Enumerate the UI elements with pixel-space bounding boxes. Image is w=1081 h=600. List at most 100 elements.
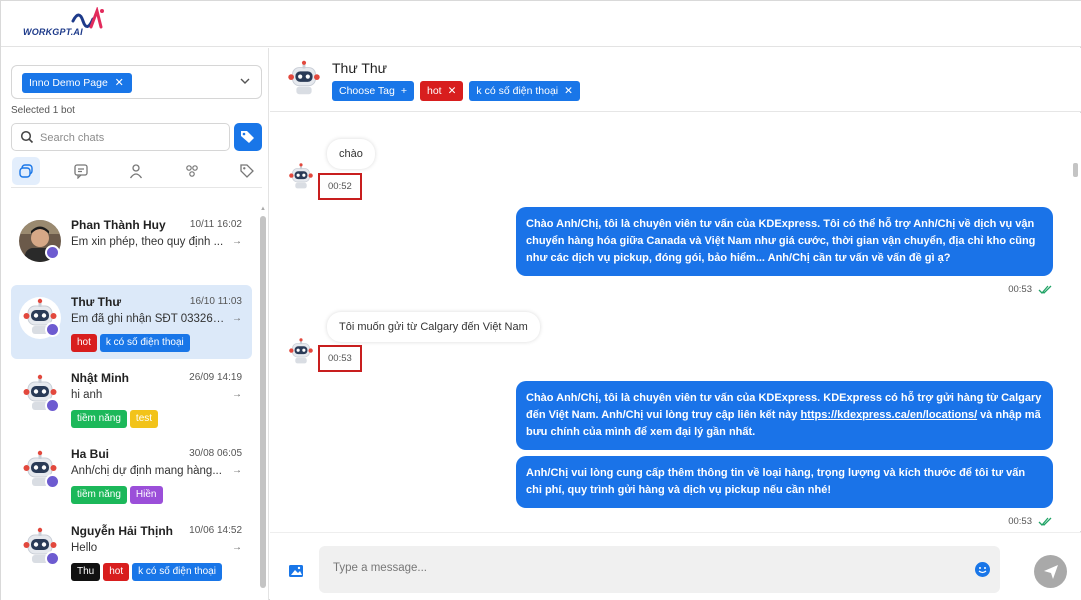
- chat-header: Thư Thư Choose Tag + hot ✕ k có số điện th…: [270, 48, 1081, 112]
- messenger-icon: [45, 322, 60, 337]
- message-input[interactable]: [333, 558, 933, 578]
- search-box: [11, 123, 230, 151]
- user-icon: [129, 164, 143, 179]
- conversation-name: Phan Thành Huy: [71, 218, 166, 232]
- search-input[interactable]: [40, 128, 220, 148]
- tag-badge: test: [129, 410, 159, 428]
- send-button[interactable]: [1034, 555, 1067, 588]
- remove-tag-icon[interactable]: ✕: [448, 85, 457, 97]
- tag-label: k có số điện thoại: [476, 85, 559, 97]
- conversation-name: Nhật Minh: [71, 371, 129, 385]
- message-time: 00:53: [1008, 516, 1032, 527]
- tag-badge: k có số điện thoại: [132, 563, 222, 581]
- tag-badge: k có số điện thoại: [99, 334, 190, 352]
- page-chip-remove-icon[interactable]: ✕: [115, 73, 124, 93]
- message-composer: [270, 532, 1081, 600]
- filter-tabs: [11, 156, 262, 188]
- scroll-up-icon[interactable]: ▲: [260, 206, 266, 212]
- conversation-preview: Em đã ghi nhận SĐT 033267...: [71, 313, 227, 325]
- conversation-time: 10/06 14:52: [189, 525, 242, 536]
- tag-badge: Hiền: [129, 486, 163, 504]
- reply-arrow-icon: →: [232, 389, 242, 400]
- outgoing-message: Chào Anh/Chị, tôi là chuyên viên tư vấn …: [516, 207, 1053, 276]
- conversation-item[interactable]: Nhật Minh 26/09 14:19 hi anh → tiềm năng…: [11, 361, 252, 435]
- logo-mark-icon: [71, 7, 104, 29]
- remove-tag-icon[interactable]: ✕: [564, 85, 573, 97]
- search-icon: [20, 130, 34, 144]
- reply-arrow-icon: →: [232, 313, 242, 324]
- page-selector[interactable]: Inno Demo Page ✕: [11, 65, 262, 99]
- filter-user[interactable]: [122, 157, 150, 185]
- conversation-time: 10/11 16:02: [189, 219, 242, 230]
- choose-tag-button[interactable]: Choose Tag +: [332, 81, 414, 101]
- conversation-time: 16/10 11:03: [189, 296, 242, 307]
- conversation-item[interactable]: Phan Thành Huy 10/11 16:02 Em xin phép, …: [11, 208, 252, 282]
- tag-icon: [240, 164, 254, 178]
- filter-group[interactable]: [178, 157, 206, 185]
- selected-bot-count: Selected 1 bot: [11, 105, 75, 116]
- conversation-tags: Thu hot k có số điện thoại: [71, 563, 222, 581]
- conversation-name: Ha Bui: [71, 447, 110, 461]
- conversation-name: Nguyễn Hải Thịnh: [71, 524, 173, 538]
- message-meta: 00:53: [1008, 516, 1052, 527]
- conversation-item[interactable]: Ha Bui 30/08 06:05 Anh/chị dự định mang …: [11, 437, 252, 511]
- message-time: 00:53: [1008, 284, 1032, 295]
- incoming-message: Tôi muốn gửi từ Calgary đến Việt Nam: [327, 312, 540, 342]
- messenger-icon: [45, 551, 60, 566]
- conversation-name: Thư Thư: [71, 295, 122, 309]
- tag-hot: hot ✕: [420, 81, 464, 101]
- conversation-item[interactable]: Nguyễn Hải Thịnh 10/06 14:52 Hello → Thu…: [11, 514, 252, 588]
- page-chip-label: Inno Demo Page: [29, 77, 108, 89]
- incoming-message: chào: [327, 139, 375, 169]
- app-window: WORKGPT.AI Inno Demo Page ✕ Selected 1 b…: [0, 0, 1081, 600]
- group-icon: [186, 165, 198, 177]
- tag-badge: tiềm năng: [71, 486, 127, 504]
- conversation-preview: hi anh: [71, 389, 103, 401]
- chats-stack-icon: [19, 164, 33, 178]
- filter-messages[interactable]: [67, 157, 95, 185]
- sidebar-scrollbar[interactable]: ▲: [259, 206, 267, 596]
- chat-title: Thư Thư: [332, 60, 388, 76]
- chevron-down-icon[interactable]: [239, 75, 251, 87]
- filter-all-chats[interactable]: [12, 157, 40, 185]
- bot-avatar: [284, 59, 324, 99]
- conversation-preview: Anh/chị dự định mang hàng...: [71, 465, 222, 477]
- conversation-item-active[interactable]: Thư Thư 16/10 11:03 Em đã ghi nhận SĐT 0…: [11, 285, 252, 359]
- message-meta: 00:53: [1008, 284, 1052, 295]
- message-icon: [74, 164, 88, 179]
- thread-scrollbar[interactable]: [1072, 113, 1080, 531]
- conversation-preview: Em xin phép, theo quy định ...: [71, 236, 224, 248]
- plus-icon: +: [400, 85, 407, 97]
- tag-no-phone: k có số điện thoại ✕: [469, 81, 580, 101]
- smile-face-icon: [978, 567, 987, 574]
- outgoing-message: Anh/Chị vui lòng cung cấp thêm thông tin…: [516, 456, 1053, 508]
- tags-icon: [241, 131, 254, 143]
- chat-tags: Choose Tag + hot ✕ k có số điện thoại ✕: [332, 81, 580, 101]
- workgpt-logo[interactable]: WORKGPT.AI: [23, 7, 105, 37]
- tag-badge: hot: [103, 563, 130, 581]
- conversation-time: 30/08 06:05: [189, 448, 242, 459]
- scrollbar-thumb[interactable]: [260, 216, 266, 588]
- image-upload-icon[interactable]: [288, 563, 306, 579]
- send-icon: [1043, 564, 1058, 579]
- messenger-icon: [45, 474, 60, 489]
- double-check-icon: [1038, 517, 1052, 526]
- message-time-highlighted: 00:52: [318, 173, 362, 200]
- bot-avatar: [286, 162, 316, 192]
- tag-label: hot: [427, 85, 442, 97]
- tag-filter-button[interactable]: [234, 123, 262, 151]
- messenger-icon: [45, 398, 60, 413]
- filter-tag[interactable]: [233, 157, 261, 185]
- reply-arrow-icon: →: [232, 236, 242, 247]
- conversation-tags: hot k có số điện thoại: [71, 334, 190, 352]
- conversation-list: Phan Thành Huy 10/11 16:02 Em xin phép, …: [11, 208, 252, 598]
- scrollbar-thumb[interactable]: [1073, 163, 1078, 177]
- conversation-time: 26/09 14:19: [189, 372, 242, 383]
- outgoing-message: Chào Anh/Chị, tôi là chuyên viên tư vấn …: [516, 381, 1053, 450]
- conversation-tags: tiềm năng Hiền: [71, 486, 163, 504]
- tag-badge: tiềm năng: [71, 410, 127, 428]
- emoji-icon[interactable]: [975, 562, 990, 577]
- message-input-box: [319, 546, 1000, 593]
- locations-link[interactable]: https://kdexpress.ca/en/locations/: [800, 409, 977, 421]
- page-chip: Inno Demo Page ✕: [22, 73, 132, 93]
